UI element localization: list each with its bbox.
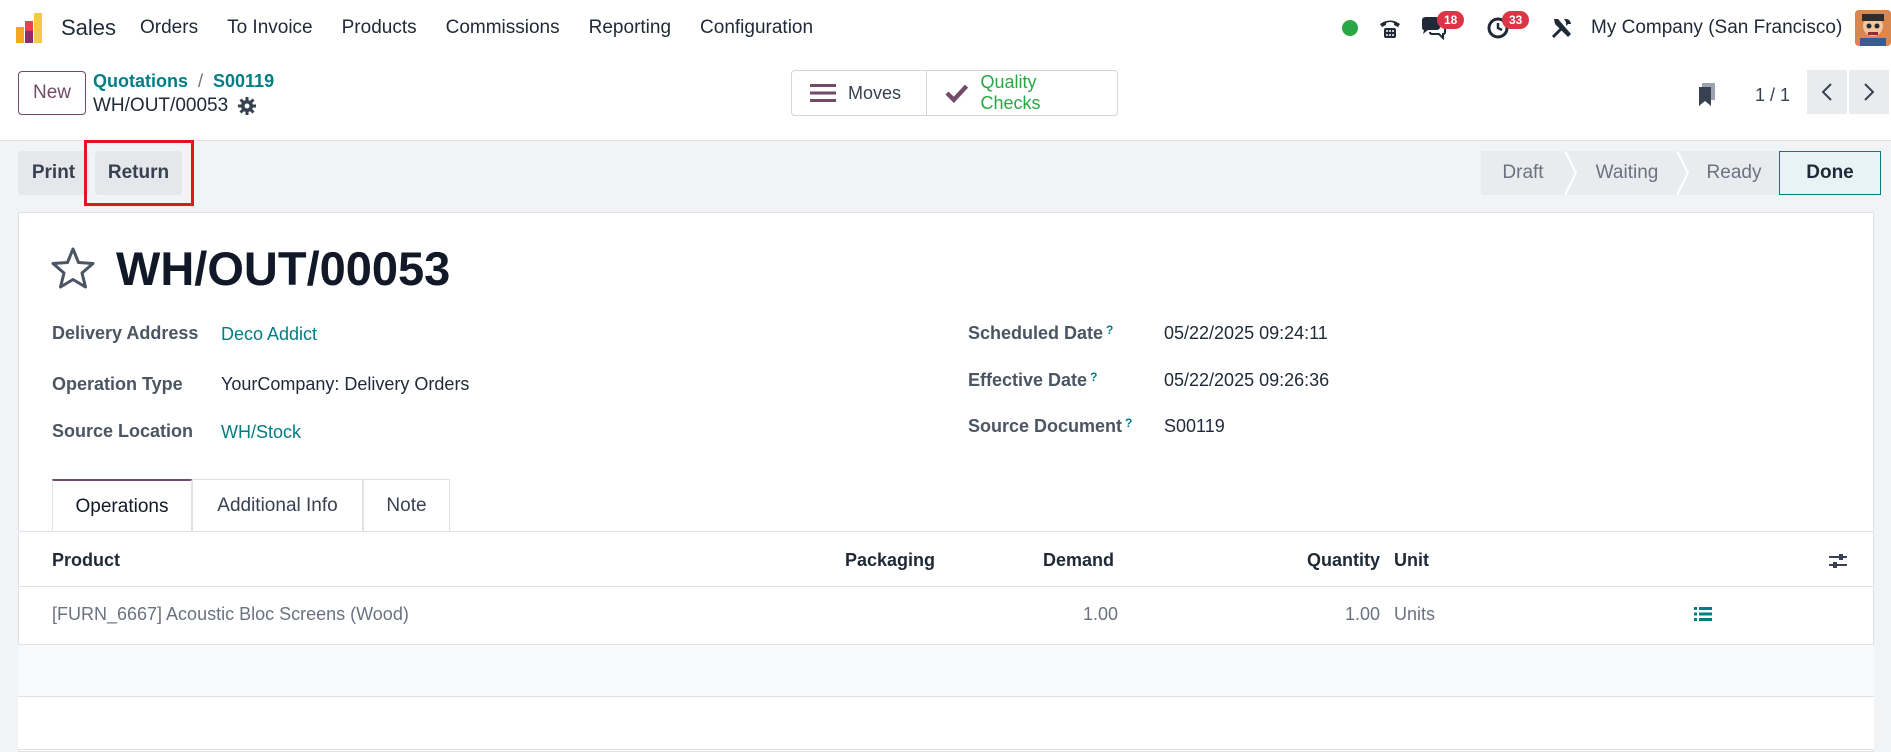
check-icon xyxy=(945,84,969,103)
menu-to-invoice[interactable]: To Invoice xyxy=(227,17,313,39)
details-list-icon[interactable] xyxy=(1694,606,1712,622)
chevron-right-icon xyxy=(1864,83,1875,101)
activities-badge: 33 xyxy=(1502,11,1530,29)
status-bar: Draft Waiting Ready Done xyxy=(1481,151,1881,195)
status-arrow-icon xyxy=(1565,151,1577,195)
column-demand[interactable]: Demand xyxy=(1043,550,1114,571)
effective-date-value: 05/22/2025 09:26:36 xyxy=(1164,370,1330,390)
smart-buttons: Moves Quality Checks xyxy=(791,70,1118,116)
record-name: WH/OUT/00053 xyxy=(93,95,229,116)
top-navbar: Sales Orders To Invoice Products Commiss… xyxy=(0,0,1891,57)
scheduled-date-value: 05/22/2025 09:24:11 xyxy=(1164,323,1328,343)
menu-orders[interactable]: Orders xyxy=(140,17,198,39)
quality-checks-button[interactable]: Quality Checks xyxy=(926,71,1117,115)
help-icon[interactable]: ? xyxy=(1106,323,1113,337)
pager-next-button[interactable] xyxy=(1849,70,1889,114)
pager-value[interactable]: 1 / 1 xyxy=(1755,85,1790,106)
quality-checks-label: Quality Checks xyxy=(980,72,1041,113)
print-button[interactable]: Print xyxy=(18,151,89,195)
scheduled-date-label-text: Scheduled Date xyxy=(968,323,1104,343)
notebook-tabs: Operations Additional Info Note xyxy=(52,479,450,532)
list-icon xyxy=(810,84,836,102)
source-location-label: Source Location xyxy=(52,421,194,441)
operation-type-label: Operation Type xyxy=(52,374,183,394)
breadcrumb: Quotations / S00119 xyxy=(93,71,274,92)
user-avatar[interactable] xyxy=(1855,10,1891,46)
row-product[interactable]: [FURN_6667] Acoustic Bloc Screens (Wood) xyxy=(52,604,409,625)
column-quantity[interactable]: Quantity xyxy=(1307,550,1380,571)
status-draft[interactable]: Draft xyxy=(1481,151,1565,195)
status-arrow-icon xyxy=(1677,151,1689,195)
breadcrumb-order[interactable]: S00119 xyxy=(213,71,274,91)
help-icon[interactable]: ? xyxy=(1125,416,1132,430)
tab-note[interactable]: Note xyxy=(363,479,450,532)
source-document-value: S00119 xyxy=(1164,416,1225,436)
status-draft-label: Draft xyxy=(1502,162,1544,183)
row-demand[interactable]: 1.00 xyxy=(1083,604,1118,625)
status-ready[interactable]: Ready xyxy=(1689,151,1779,195)
source-location-value[interactable]: WH/Stock xyxy=(221,422,301,443)
column-packaging[interactable]: Packaging xyxy=(845,550,935,571)
new-button[interactable]: New xyxy=(18,71,86,115)
status-ready-label: Ready xyxy=(1706,162,1762,183)
tools-icon[interactable] xyxy=(1550,16,1574,40)
chevron-left-icon xyxy=(1821,83,1832,101)
column-unit[interactable]: Unit xyxy=(1394,550,1429,571)
empty-row xyxy=(18,697,1874,749)
effective-date-label: Effective Date? xyxy=(968,370,1097,391)
help-icon[interactable]: ? xyxy=(1090,370,1097,384)
table-header-divider xyxy=(18,586,1874,587)
menu-products[interactable]: Products xyxy=(342,17,417,39)
tab-operations[interactable]: Operations xyxy=(52,479,192,532)
app-name[interactable]: Sales xyxy=(61,15,116,41)
user-avatar-icon xyxy=(1855,10,1891,46)
phone-icon[interactable] xyxy=(1377,15,1403,41)
breadcrumb-quotations[interactable]: Quotations xyxy=(93,71,188,91)
tab-additional-info[interactable]: Additional Info xyxy=(192,479,363,532)
tab-divider xyxy=(18,531,1874,532)
moves-label: Moves xyxy=(848,82,902,103)
table-row-divider xyxy=(18,749,1874,750)
menu-commissions[interactable]: Commissions xyxy=(446,17,560,39)
status-waiting[interactable]: Waiting xyxy=(1577,151,1677,195)
return-button-highlight xyxy=(84,140,194,206)
gear-icon[interactable] xyxy=(238,97,257,115)
operation-type-value: YourCompany: Delivery Orders xyxy=(221,374,470,394)
presence-status-icon xyxy=(1342,20,1358,36)
moves-button[interactable]: Moves xyxy=(792,71,926,115)
messages-badge: 18 xyxy=(1437,11,1465,29)
delivery-address-label: Delivery Address xyxy=(52,323,199,343)
sales-app-logo-icon[interactable] xyxy=(16,13,48,43)
breadcrumb-separator: / xyxy=(198,71,204,91)
optional-columns-icon[interactable] xyxy=(1828,551,1848,571)
record-title: WH/OUT/00053 xyxy=(116,242,451,295)
record-name-row: WH/OUT/00053 xyxy=(93,95,257,117)
row-quantity[interactable]: 1.00 xyxy=(1345,604,1380,625)
source-document-label-text: Source Document xyxy=(968,416,1123,436)
star-icon[interactable] xyxy=(49,246,97,290)
main-menu: Orders To Invoice Products Commissions R… xyxy=(140,17,842,39)
control-panel: New Quotations / S00119 WH/OUT/00053 Moves… xyxy=(0,57,1891,141)
status-waiting-label: Waiting xyxy=(1595,162,1659,183)
company-switcher[interactable]: My Company (San Francisco) xyxy=(1591,17,1842,39)
column-product[interactable]: Product xyxy=(52,550,120,571)
status-done[interactable]: Done xyxy=(1779,151,1881,195)
menu-configuration[interactable]: Configuration xyxy=(700,17,813,39)
delivery-address-value[interactable]: Deco Addict xyxy=(221,324,317,345)
status-done-label: Done xyxy=(1806,162,1854,183)
menu-reporting[interactable]: Reporting xyxy=(589,17,671,39)
empty-row xyxy=(18,645,1874,696)
pager-previous-button[interactable] xyxy=(1807,70,1847,114)
row-unit[interactable]: Units xyxy=(1394,604,1435,625)
bookmark-icon[interactable] xyxy=(1697,83,1717,107)
scheduled-date-label: Scheduled Date? xyxy=(968,323,1113,344)
source-document-label: Source Document? xyxy=(968,416,1132,437)
effective-date-label-text: Effective Date xyxy=(968,370,1088,390)
